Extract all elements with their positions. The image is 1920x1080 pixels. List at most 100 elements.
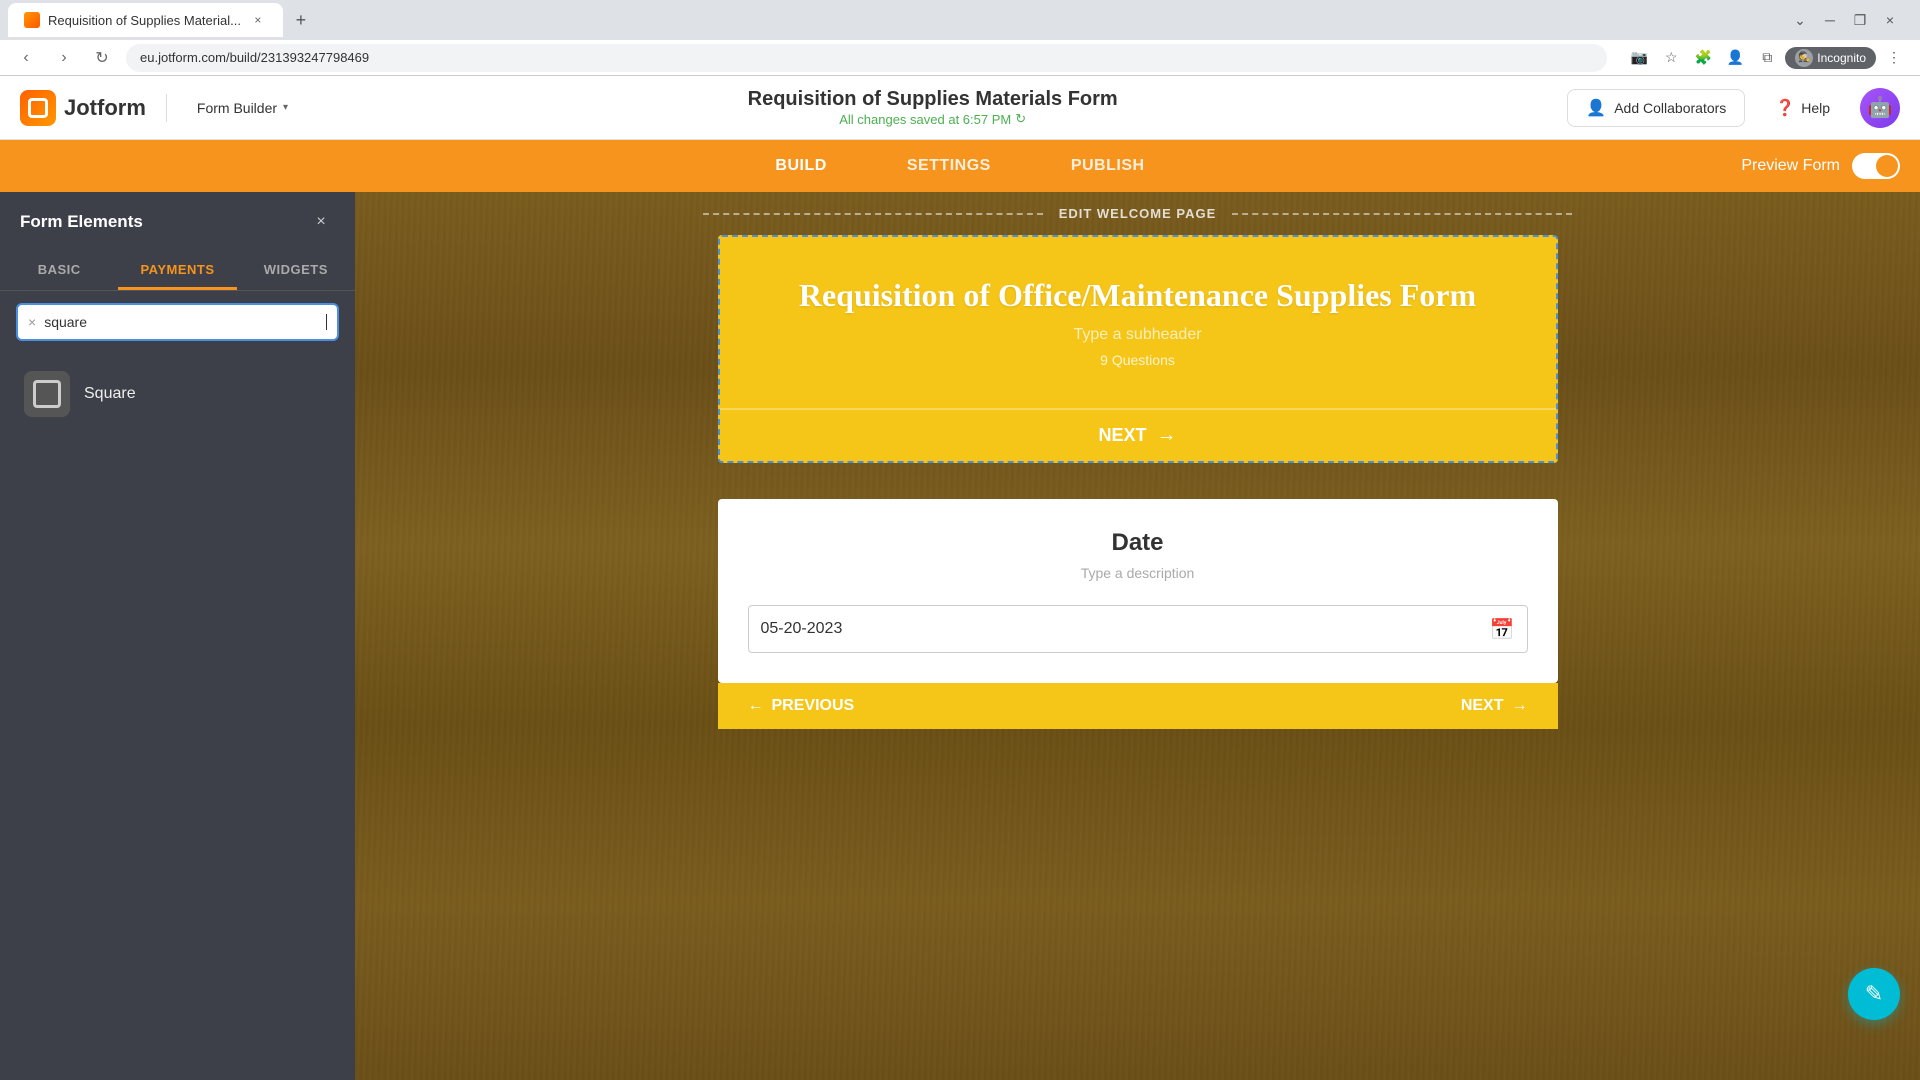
question-icon: ❓ <box>1775 98 1795 118</box>
date-card-footer: ← PREVIOUS NEXT → <box>718 683 1558 729</box>
date-title: Date <box>748 529 1528 557</box>
camera-icon[interactable]: 📷 <box>1625 44 1653 72</box>
clear-search-button[interactable]: × <box>28 314 36 330</box>
edit-welcome-text: EDIT WELCOME PAGE <box>1043 206 1233 221</box>
header-right: 👤 Add Collaborators ❓ Help 🤖 <box>1567 88 1900 128</box>
window-close-button[interactable]: × <box>1876 6 1904 34</box>
jotform-logo[interactable]: Jotform <box>20 90 146 126</box>
minimize-button[interactable]: ─ <box>1816 6 1844 34</box>
date-input-row: 05-20-2023 📅 <box>748 605 1528 653</box>
form-header-block: Requisition of Office/Maintenance Suppli… <box>720 237 1556 408</box>
menu-button[interactable]: ⋮ <box>1880 44 1908 72</box>
search-input[interactable] <box>44 314 318 330</box>
dotted-line-left <box>703 213 1043 215</box>
calendar-icon[interactable]: 📅 <box>1490 617 1515 642</box>
floating-action-button[interactable]: ✎ <box>1848 968 1900 1020</box>
next-bottom-label: NEXT <box>1461 697 1504 715</box>
chevron-down-icon: ▾ <box>283 102 288 113</box>
preview-form-area: Preview Form <box>1741 153 1900 179</box>
browser-icons: 📷 ☆ 🧩 👤 ⧉ 🕵 Incognito ⋮ <box>1625 44 1908 72</box>
app-header: Jotform Form Builder ▾ Requisition of Su… <box>0 76 1920 140</box>
date-value[interactable]: 05-20-2023 <box>761 620 1490 638</box>
form-subheader[interactable]: Type a subheader <box>750 326 1526 344</box>
cursor <box>326 314 327 330</box>
forward-button[interactable]: › <box>50 44 78 72</box>
back-button[interactable]: ‹ <box>12 44 40 72</box>
tab-publish[interactable]: PUBLISH <box>1031 140 1185 192</box>
list-item[interactable]: Square <box>12 361 343 427</box>
next-button[interactable]: NEXT → <box>720 408 1556 461</box>
prev-label: PREVIOUS <box>772 697 855 715</box>
tab-favicon <box>24 12 40 28</box>
bookmark-icon[interactable]: ☆ <box>1657 44 1685 72</box>
form-canvas[interactable]: EDIT WELCOME PAGE Requisition of Office/… <box>355 192 1920 1080</box>
date-form-card: Date Type a description 05-20-2023 📅 <box>718 499 1558 683</box>
tab-build[interactable]: BUILD <box>735 140 866 192</box>
tab-settings[interactable]: SETTINGS <box>867 140 1031 192</box>
welcome-form-card: Requisition of Office/Maintenance Suppli… <box>718 235 1558 463</box>
next-label: NEXT <box>1098 425 1146 446</box>
questions-count: 9 Questions <box>750 352 1526 368</box>
result-label: Square <box>84 385 136 403</box>
search-box: × <box>16 303 339 341</box>
logo-icon <box>20 90 56 126</box>
spacer <box>355 479 1920 499</box>
url-bar[interactable]: eu.jotform.com/build/231393247798469 <box>126 44 1607 72</box>
form-main-title[interactable]: Requisition of Office/Maintenance Suppli… <box>750 277 1526 314</box>
tab-close-button[interactable]: × <box>249 11 267 29</box>
refresh-icon: ↻ <box>1015 111 1026 127</box>
date-description[interactable]: Type a description <box>748 565 1528 581</box>
new-tab-button[interactable]: + <box>287 6 315 34</box>
tab-title: Requisition of Supplies Material... <box>48 13 241 28</box>
logo-icon-inner <box>28 98 48 118</box>
nav-bar: BUILD SETTINGS PUBLISH Preview Form <box>0 140 1920 192</box>
next-bottom-button[interactable]: NEXT → <box>1461 683 1528 729</box>
add-collaborators-button[interactable]: 👤 Add Collaborators <box>1567 89 1745 127</box>
address-bar: ‹ › ↻ eu.jotform.com/build/2313932477984… <box>0 40 1920 76</box>
autosave-status: All changes saved at 6:57 PM ↻ <box>839 111 1026 127</box>
search-results: Square <box>0 353 355 435</box>
panel-tabs: BASIC PAYMENTS WIDGETS <box>0 252 355 291</box>
prev-arrow-icon: ← <box>748 697 764 715</box>
tab-widgets[interactable]: WIDGETS <box>237 252 355 290</box>
edit-welcome-bar: EDIT WELCOME PAGE <box>355 192 1920 235</box>
preview-form-toggle[interactable] <box>1852 153 1900 179</box>
fab-icon: ✎ <box>1865 981 1883 1007</box>
toggle-knob <box>1876 155 1898 177</box>
previous-button[interactable]: ← PREVIOUS <box>748 683 855 729</box>
tab-payments[interactable]: PAYMENTS <box>118 252 236 290</box>
avatar[interactable]: 🤖 <box>1860 88 1900 128</box>
people-icon: 👤 <box>1586 98 1606 118</box>
preview-form-label: Preview Form <box>1741 157 1840 175</box>
panel-title: Form Elements <box>20 212 143 232</box>
form-builder-label: Form Builder <box>197 100 277 116</box>
square-icon-inner <box>33 380 61 408</box>
help-label: Help <box>1801 100 1830 116</box>
arrow-right-icon: → <box>1157 424 1177 447</box>
panel-header: Form Elements × <box>0 192 355 252</box>
incognito-icon: 🕵 <box>1795 49 1813 67</box>
avatar-image: 🤖 <box>1860 88 1900 128</box>
reload-button[interactable]: ↻ <box>88 44 116 72</box>
profile-icon[interactable]: 👤 <box>1721 44 1749 72</box>
header-divider <box>166 94 167 122</box>
extensions-icon[interactable]: 🧩 <box>1689 44 1717 72</box>
search-area: × <box>0 291 355 353</box>
add-collaborators-label: Add Collaborators <box>1614 100 1726 116</box>
canvas-background: EDIT WELCOME PAGE Requisition of Office/… <box>355 192 1920 1080</box>
tab-basic[interactable]: BASIC <box>0 252 118 290</box>
browser-chrome: Requisition of Supplies Material... × + … <box>0 0 1920 76</box>
tab-list-button[interactable]: ⌄ <box>1786 6 1814 34</box>
dotted-line-right <box>1232 213 1572 215</box>
window-mode-icon[interactable]: ⧉ <box>1753 44 1781 72</box>
logo-text: Jotform <box>64 95 146 121</box>
form-title: Requisition of Supplies Materials Form <box>748 88 1118 111</box>
maximize-button[interactable]: ❐ <box>1846 6 1874 34</box>
incognito-label: Incognito <box>1817 51 1866 65</box>
help-button[interactable]: ❓ Help <box>1761 90 1844 126</box>
panel-close-button[interactable]: × <box>307 208 335 236</box>
active-tab[interactable]: Requisition of Supplies Material... × <box>8 3 283 37</box>
form-builder-dropdown[interactable]: Form Builder ▾ <box>187 94 298 122</box>
header-center: Requisition of Supplies Materials Form A… <box>318 88 1547 127</box>
next-bottom-arrow-icon: → <box>1512 697 1528 715</box>
